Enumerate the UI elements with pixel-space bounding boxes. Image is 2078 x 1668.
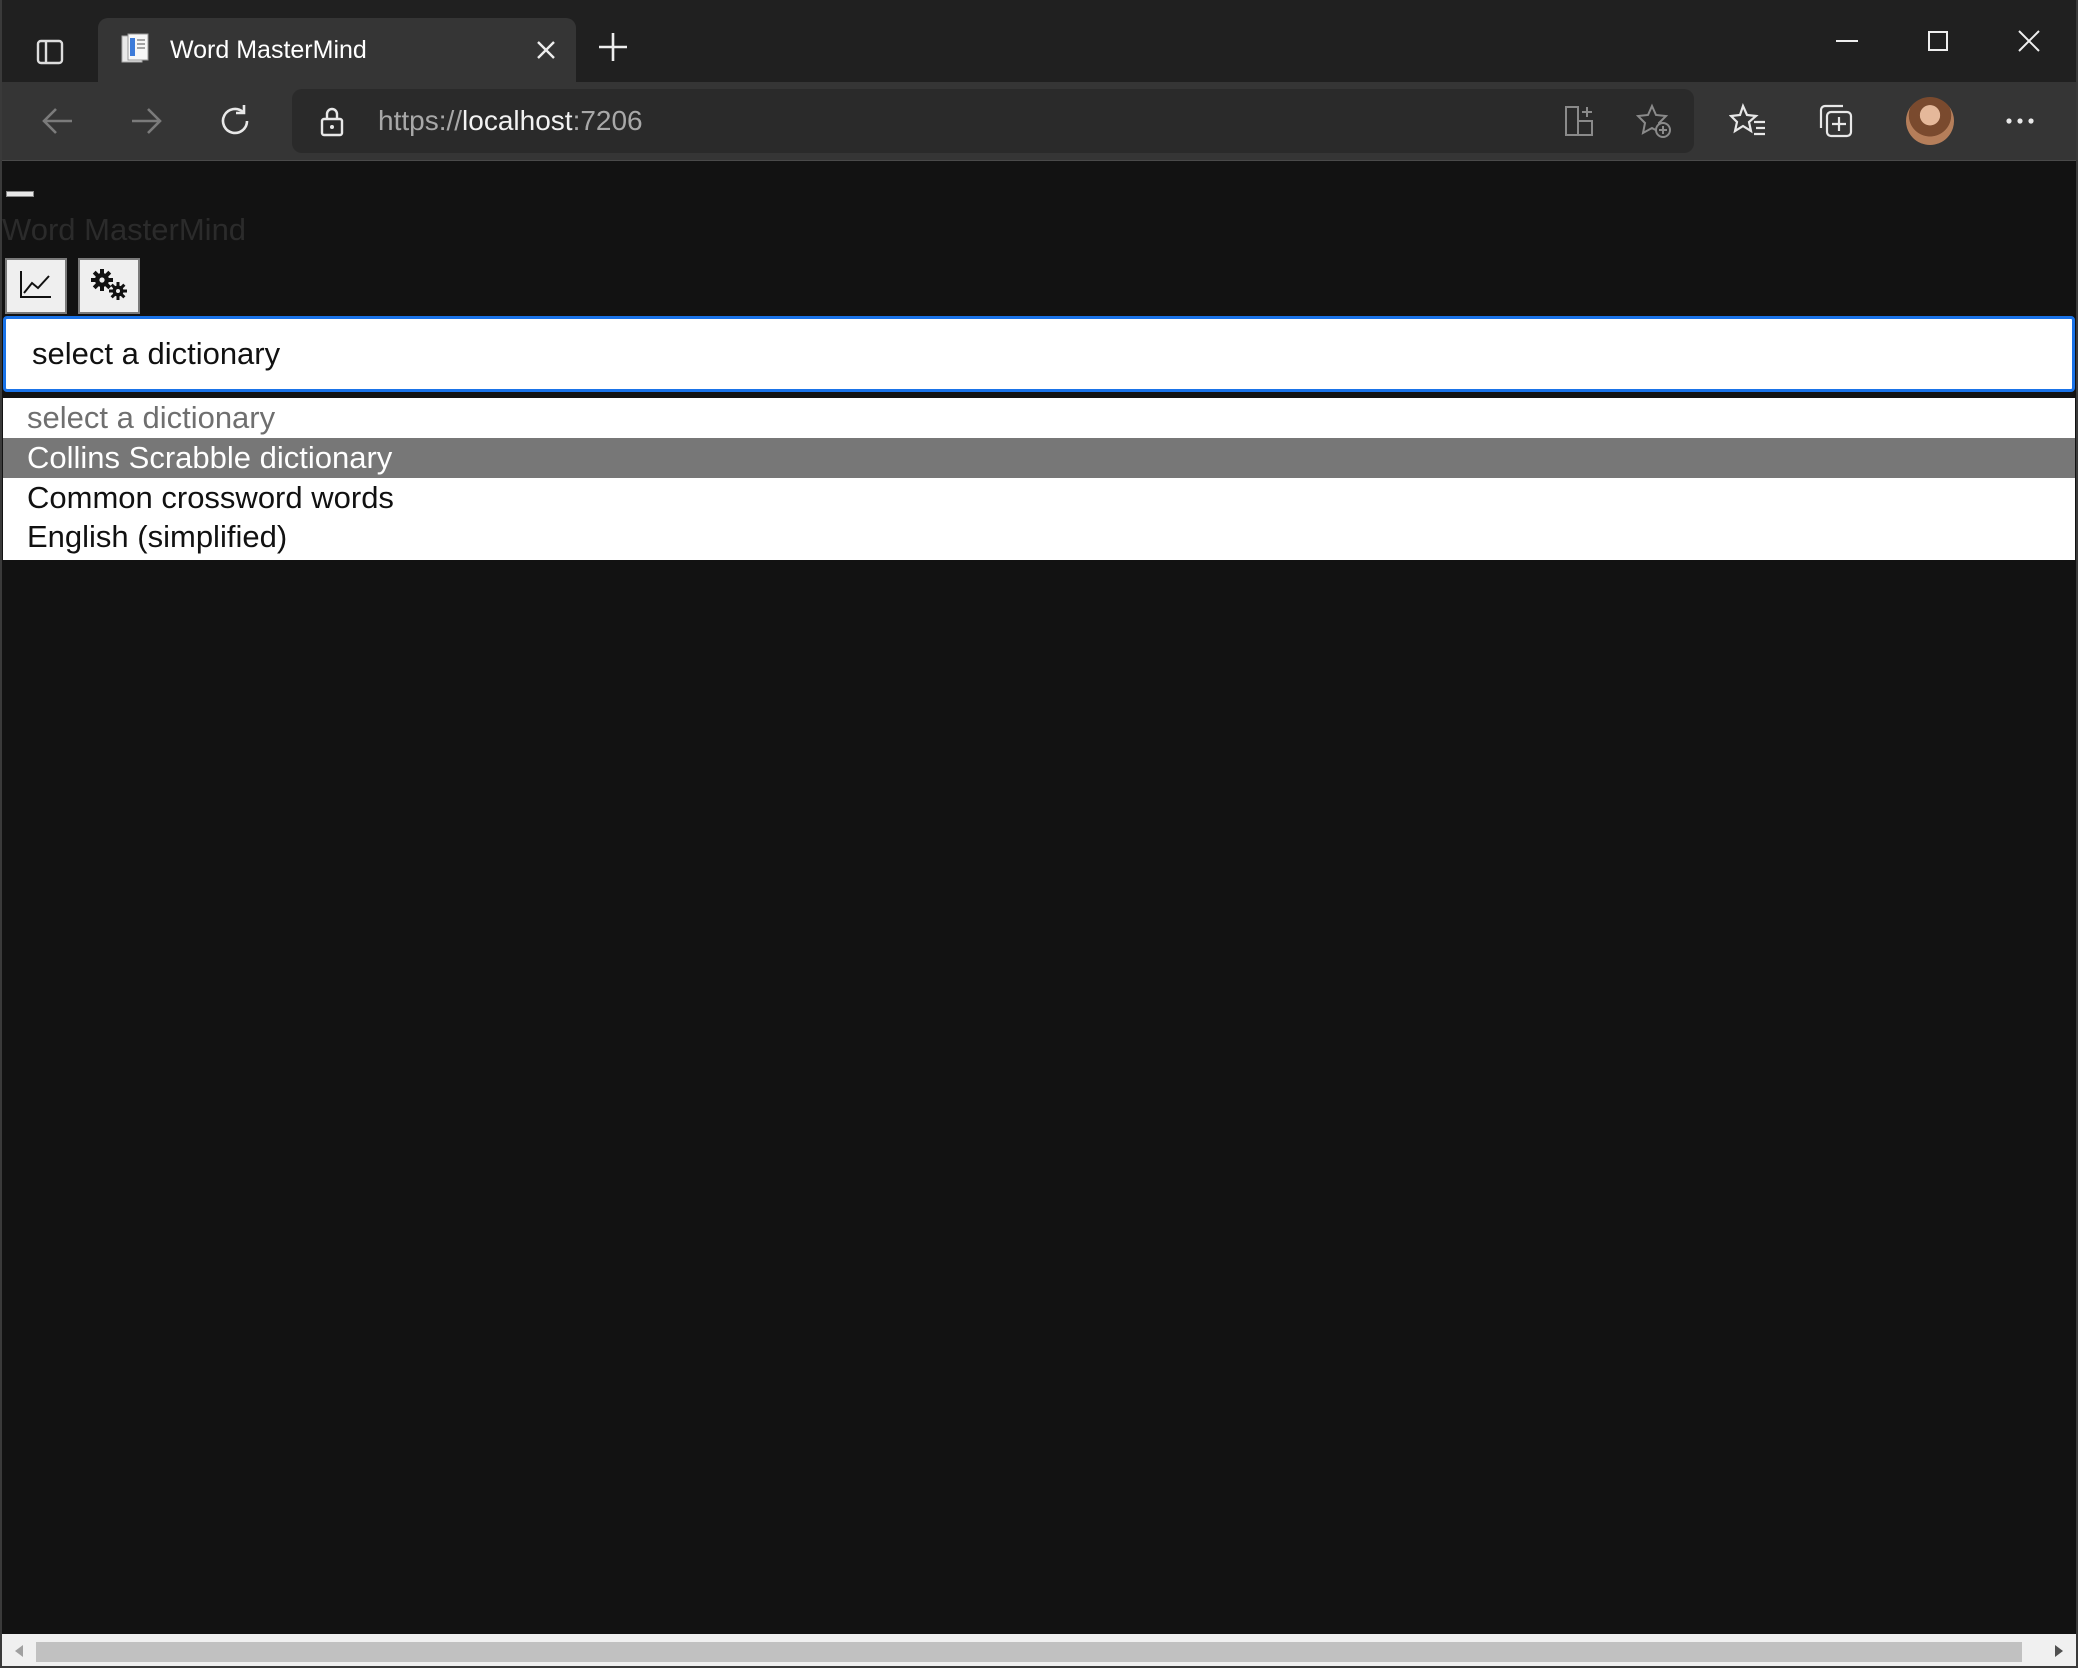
option-label: Collins Scrabble dictionary — [27, 440, 393, 475]
favorites-icon[interactable] — [1718, 91, 1778, 151]
back-icon[interactable] — [28, 91, 88, 151]
app-available-icon[interactable] — [1562, 103, 1598, 139]
url-text[interactable]: https://localhost:7206 — [378, 89, 643, 153]
collections-icon[interactable] — [1806, 91, 1866, 151]
forward-icon[interactable] — [116, 91, 176, 151]
browser-toolbar: https://localhost:7206 — [0, 82, 2078, 161]
dictionary-select[interactable]: select a dictionary — [3, 316, 2075, 392]
url-port: :7206 — [572, 105, 643, 136]
page-title: Word MasterMind — [2, 212, 247, 247]
menu-toggle[interactable] — [6, 191, 34, 197]
settings-button[interactable] — [78, 258, 140, 314]
maximize-icon[interactable] — [1893, 0, 1983, 82]
more-options-icon[interactable] — [1990, 91, 2050, 151]
option-label: select a dictionary — [27, 400, 276, 435]
lock-icon[interactable] — [316, 105, 348, 137]
chart-line-icon — [19, 269, 53, 303]
minimize-icon[interactable] — [1802, 0, 1892, 82]
dropdown-option[interactable]: select a dictionary — [3, 398, 2075, 438]
profile-avatar[interactable] — [1906, 97, 1954, 145]
option-label: English (simplified) — [27, 519, 288, 554]
browser-tab[interactable]: Word MasterMind — [98, 18, 576, 82]
close-window-icon[interactable] — [1984, 0, 2074, 82]
scrollbar-thumb[interactable] — [36, 1642, 2022, 1662]
window-border — [0, 0, 2078, 1668]
url-scheme: https:// — [378, 105, 463, 136]
horizontal-scrollbar[interactable] — [0, 1634, 2078, 1668]
dictionary-dropdown: select a dictionary Collins Scrabble dic… — [3, 398, 2075, 560]
tab-actions-icon[interactable] — [22, 26, 78, 78]
refresh-icon[interactable] — [205, 91, 265, 151]
browser-title-bar: Word MasterMind — [0, 0, 2078, 82]
dropdown-option[interactable]: Collins Scrabble dictionary — [3, 438, 2075, 478]
page-favicon-icon — [118, 32, 152, 66]
dropdown-option[interactable]: English (simplified) — [3, 517, 2075, 557]
add-favorite-icon[interactable] — [1636, 103, 1672, 139]
scroll-left-icon[interactable] — [2, 1634, 36, 1668]
tab-title: Word MasterMind — [170, 36, 367, 64]
dictionary-select-value: select a dictionary — [32, 336, 281, 371]
dropdown-option[interactable]: Common crossword words — [3, 478, 2075, 518]
scroll-right-icon[interactable] — [2042, 1634, 2076, 1668]
stats-button[interactable] — [5, 258, 67, 314]
url-host: localhost — [462, 105, 573, 136]
new-tab-icon[interactable] — [590, 24, 636, 70]
gears-icon — [88, 267, 130, 305]
address-bar[interactable]: https://localhost:7206 — [292, 89, 1694, 153]
close-tab-icon[interactable] — [530, 34, 562, 66]
option-label: Common crossword words — [27, 480, 394, 515]
